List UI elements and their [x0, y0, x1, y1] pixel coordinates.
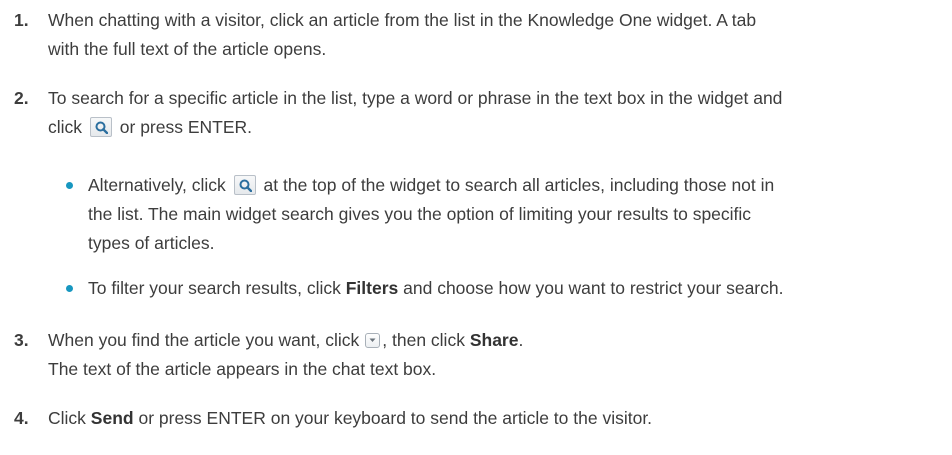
bullet-text: To filter your search results, click Fil… — [88, 274, 950, 303]
text-fragment: When you find the article you want, clic… — [48, 330, 360, 350]
bullet-text-line: the list. The main widget search gives y… — [88, 204, 752, 224]
text-fragment: . — [518, 330, 524, 350]
filters-term: Filters — [345, 278, 399, 298]
text-fragment: To filter your search results, click — [88, 278, 341, 298]
step-text: When chatting with a visitor, click an a… — [48, 6, 950, 64]
share-term: Share — [469, 330, 519, 350]
step-text-line: Click Send or press ENTER on your keyboa… — [48, 404, 950, 433]
step-text-line: The text of the article appears in the c… — [48, 359, 437, 379]
text-fragment: and choose how you want to restrict your… — [403, 278, 784, 298]
bullet-text-line: Alternatively, click at the top of the w… — [88, 171, 950, 200]
step-text-line: When chatting with a visitor, click an a… — [48, 10, 757, 30]
step-number: 3. — [14, 330, 29, 350]
search-icon — [239, 179, 252, 192]
chevron-down-icon — [369, 338, 376, 342]
text-fragment: at the top of the widget to search all a… — [263, 175, 775, 195]
step-text: When you find the article you want, clic… — [48, 326, 950, 384]
step-text: To search for a specific article in the … — [48, 84, 950, 142]
bullet-text: Alternatively, click at the top of the w… — [88, 171, 950, 258]
bullet-text-line: types of articles. — [88, 233, 215, 253]
send-term: Send — [90, 408, 134, 428]
widget-search-button[interactable] — [233, 175, 256, 195]
search-icon — [95, 121, 108, 134]
step-text: Click Send or press ENTER on your keyboa… — [48, 404, 950, 433]
step-number: 2. — [14, 88, 29, 108]
step-text-line: To search for a specific article in the … — [48, 88, 783, 108]
text-fragment: click — [48, 117, 83, 137]
article-menu-button[interactable] — [365, 333, 381, 348]
text-fragment: , then click — [382, 330, 465, 350]
text-fragment: or press ENTER. — [119, 117, 253, 137]
step-text-line: click or press ENTER. — [48, 113, 950, 142]
step-text-line: with the full text of the article opens. — [48, 39, 327, 59]
bullet-text-line: To filter your search results, click Fil… — [88, 274, 950, 303]
text-fragment: or press ENTER on your keyboard to send … — [138, 408, 653, 428]
step-number: 4. — [14, 408, 29, 428]
text-fragment: Click — [48, 408, 86, 428]
step-text-line: When you find the article you want, clic… — [48, 326, 950, 355]
bullet-marker — [66, 182, 73, 189]
step-number: 1. — [14, 10, 29, 30]
search-button[interactable] — [89, 117, 112, 137]
bullet-marker — [66, 285, 73, 292]
text-fragment: Alternatively, click — [88, 175, 226, 195]
